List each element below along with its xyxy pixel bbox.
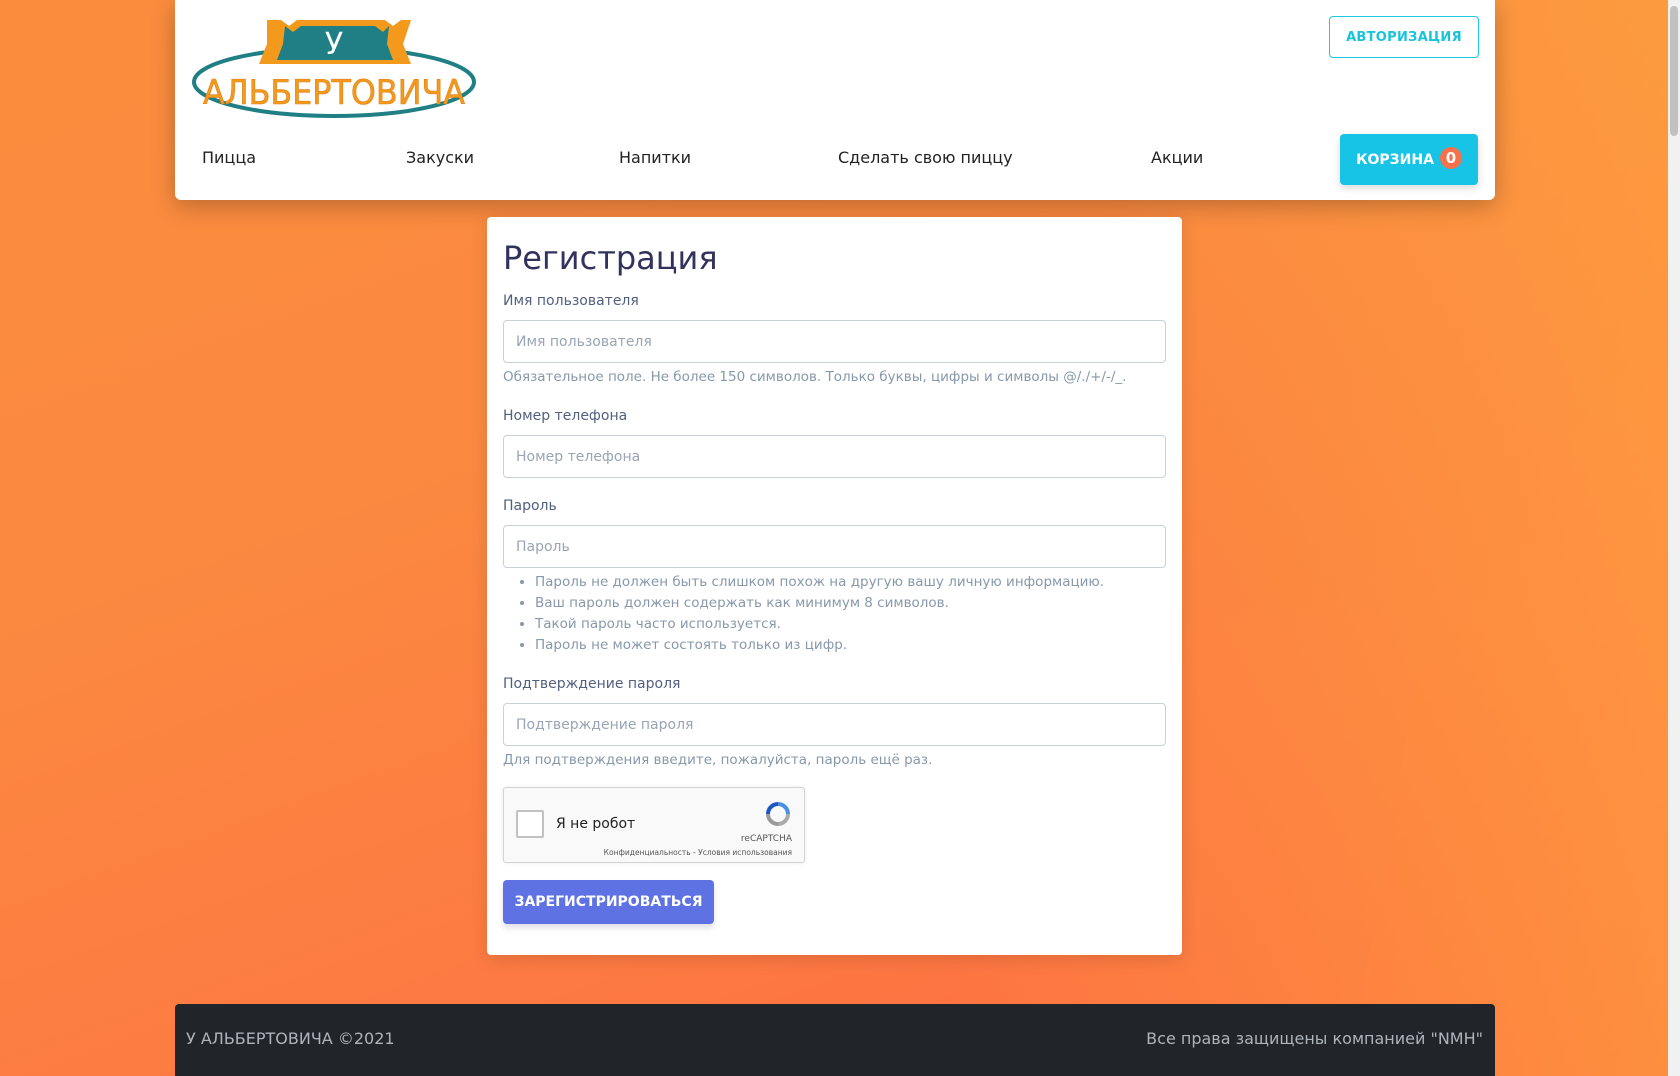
main-nav: Пицца Закуски Напитки Сделать свою пиццу… — [175, 134, 1495, 185]
site-header: У АЛЬБЕРТОВИЧА АВТОРИЗАЦИЯ Пицца Закуски… — [175, 0, 1495, 200]
cart-button[interactable]: КОРЗИНА 0 — [1340, 134, 1478, 185]
logo-top-text: У — [325, 27, 343, 62]
logo[interactable]: У АЛЬБЕРТОВИЧА — [189, 14, 479, 120]
recaptcha-links[interactable]: Конфиденциальность - Условия использован… — [604, 848, 792, 857]
password-label: Пароль — [503, 498, 557, 514]
nav-item-custom-pizza[interactable]: Сделать свою пиццу — [838, 148, 1013, 167]
scrollbar-thumb[interactable] — [1670, 6, 1678, 136]
footer-rights: Все права защищены компанией "NMH" — [1146, 1029, 1483, 1048]
password-input[interactable] — [503, 525, 1166, 568]
phone-input[interactable] — [503, 435, 1166, 478]
username-label: Имя пользователя — [503, 293, 639, 309]
confirm-password-label: Подтверждение пароля — [503, 676, 681, 692]
confirm-password-help: Для подтверждения введите, пожалуйста, п… — [503, 752, 933, 768]
recaptcha-widget: Я не робот reCAPTCHA Конфиденциальность … — [503, 787, 805, 863]
username-input[interactable] — [503, 320, 1166, 363]
recaptcha-label: Я не робот — [556, 816, 636, 832]
confirm-password-input[interactable] — [503, 703, 1166, 746]
register-button[interactable]: ЗАРЕГИСТРИРОВАТЬСЯ — [503, 880, 714, 924]
cart-label: КОРЗИНА — [1356, 151, 1434, 168]
password-hint: Пароль не может состоять только из цифр. — [535, 635, 1104, 656]
logo-bottom-text: АЛЬБЕРТОВИЧА — [203, 73, 465, 113]
cart-count-badge: 0 — [1439, 146, 1462, 169]
recaptcha-brand: reCAPTCHA — [740, 834, 792, 844]
nav-item-drinks[interactable]: Напитки — [619, 148, 691, 167]
nav-item-promotions[interactable]: Акции — [1151, 148, 1203, 167]
password-hint: Пароль не должен быть слишком похож на д… — [535, 572, 1104, 593]
password-hint: Такой пароль часто используется. — [535, 614, 1104, 635]
recaptcha-icon — [766, 802, 790, 826]
password-hint: Ваш пароль должен содержать как минимум … — [535, 593, 1104, 614]
password-hints: Пароль не должен быть слишком похож на д… — [519, 572, 1104, 656]
recaptcha-checkbox[interactable] — [516, 810, 544, 838]
site-footer: У АЛЬБЕРТОВИЧА ©2021 Все права защищены … — [175, 1004, 1495, 1076]
footer-copyright: У АЛЬБЕРТОВИЧА ©2021 — [186, 1029, 395, 1048]
nav-item-pizza[interactable]: Пицца — [202, 148, 256, 167]
page-title: Регистрация — [503, 239, 718, 277]
phone-label: Номер телефона — [503, 408, 628, 424]
nav-item-snacks[interactable]: Закуски — [406, 148, 474, 167]
auth-button[interactable]: АВТОРИЗАЦИЯ — [1329, 16, 1479, 58]
registration-card: Регистрация Имя пользователя Обязательно… — [487, 217, 1182, 955]
page-scrollbar[interactable] — [1668, 0, 1680, 1076]
username-help: Обязательное поле. Не более 150 символов… — [503, 369, 1127, 385]
